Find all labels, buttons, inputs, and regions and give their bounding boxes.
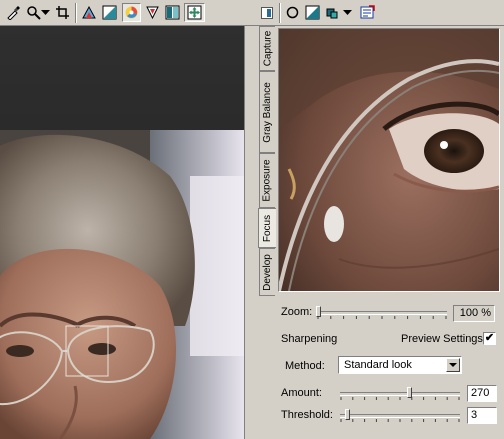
amount-field[interactable]: 270	[467, 385, 497, 402]
chevron-down-icon[interactable]	[446, 358, 460, 372]
threshold-label: Threshold:	[281, 409, 333, 421]
export-icon[interactable]	[358, 3, 377, 22]
zoomed-eye-image	[279, 29, 499, 291]
toolbar	[0, 0, 504, 26]
tab-label: Develop	[262, 253, 274, 291]
tab-label: Exposure	[262, 159, 273, 202]
threshold-ticks	[340, 419, 460, 422]
tab-exposure[interactable]: Exposure	[259, 153, 275, 208]
tab-label: Capture	[262, 30, 274, 67]
sharpening-label: Sharpening	[281, 333, 338, 345]
levels-icon[interactable]	[303, 3, 322, 22]
method-select[interactable]: Standard look	[338, 356, 462, 374]
dropdown-arrow-icon[interactable]	[341, 3, 353, 22]
crop-icon[interactable]	[53, 3, 72, 22]
toolbar-separator	[75, 3, 77, 23]
toolbar-separator	[279, 3, 281, 23]
tab-capture[interactable]: Capture	[259, 26, 275, 71]
color-correction-icon[interactable]	[80, 3, 99, 22]
preview-settings-checkbox[interactable]: ✔	[483, 332, 496, 345]
tab-develop[interactable]: Develop	[259, 248, 275, 296]
color-wheel-icon[interactable]	[122, 3, 141, 22]
tab-label: Focus	[262, 214, 274, 242]
main-image-view[interactable]	[0, 26, 244, 439]
tab-gray-balance[interactable]: Gray Balance	[259, 71, 275, 153]
circle-icon[interactable]	[283, 3, 302, 22]
focus-preview[interactable]	[278, 28, 500, 292]
tab-label: Gray Balance	[262, 81, 273, 143]
portrait-photo	[0, 26, 244, 439]
panel-toggle-icon[interactable]	[260, 6, 274, 20]
amount-slider-track[interactable]	[340, 392, 460, 396]
preview-settings-label: Preview Settings	[401, 333, 483, 345]
amount-ticks	[340, 397, 460, 400]
vertical-tabs: Capture Gray Balance Exposure Focus Deve…	[258, 26, 276, 439]
zoom-ticks	[317, 316, 447, 319]
splitter[interactable]	[244, 26, 258, 439]
threshold-slider-track[interactable]	[340, 414, 460, 418]
method-label: Method:	[285, 360, 325, 372]
fit-view-icon[interactable]	[184, 3, 205, 22]
levels-icon[interactable]	[100, 3, 119, 22]
zoom-label: Zoom:	[281, 306, 313, 318]
eyedropper-icon[interactable]	[4, 3, 23, 22]
method-value: Standard look	[344, 359, 412, 371]
white-balance-icon[interactable]	[143, 3, 162, 22]
compare-icon[interactable]	[163, 3, 182, 22]
amount-label: Amount:	[281, 387, 322, 399]
zoom-slider-track[interactable]	[317, 311, 447, 315]
dropdown-arrow-icon[interactable]	[40, 3, 51, 22]
layers-icon[interactable]	[323, 3, 342, 22]
threshold-field[interactable]: 3	[467, 407, 497, 424]
zoom-value: 100 %	[453, 305, 495, 322]
tab-focus[interactable]: Focus	[258, 208, 276, 248]
